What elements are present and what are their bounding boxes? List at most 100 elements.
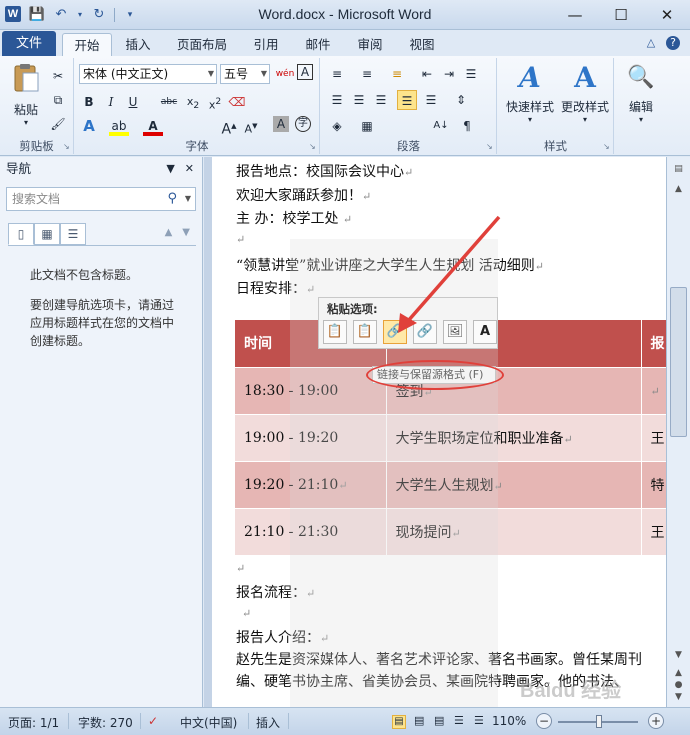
clipboard-launcher-icon[interactable]: ↘ (63, 143, 71, 151)
font-size-dropdown-icon[interactable]: ▼ (261, 65, 267, 83)
tab-page-layout[interactable]: 页面布局 (172, 33, 232, 56)
word-app-icon[interactable]: W (5, 6, 21, 22)
table-cell[interactable]: 王 (641, 414, 666, 462)
maximize-icon[interactable]: ☐ (598, 0, 644, 30)
borders-icon[interactable]: ▦ (357, 116, 377, 136)
tab-references[interactable]: 引用 (246, 33, 286, 56)
scroll-down-icon[interactable]: ▼ (670, 647, 687, 664)
undo-dropdown-icon[interactable]: ▾ (76, 6, 84, 24)
change-styles-button[interactable]: A 更改样式 ▾ (558, 62, 612, 125)
align-right-icon[interactable]: ☰ (371, 90, 391, 110)
proofing-icon[interactable]: ✓ (148, 714, 158, 728)
web-layout-icon[interactable]: ▤ (434, 714, 444, 727)
customize-qat-icon[interactable]: ▾ (121, 6, 139, 24)
table-cell[interactable]: 王 (641, 508, 666, 556)
tab-home[interactable]: 开始 (62, 33, 112, 56)
format-painter-icon[interactable]: 🖌 (48, 114, 68, 134)
strikethrough-icon[interactable]: abc (159, 92, 179, 112)
quick-styles-dropdown-icon[interactable]: ▾ (504, 115, 556, 124)
next-page-icon[interactable]: ▼ (670, 689, 687, 706)
shading-icon[interactable]: ◈ (327, 116, 347, 136)
ruler-toggle-icon[interactable]: ▤ (670, 161, 687, 178)
font-size-combo[interactable]: 五号 ▼ (220, 64, 270, 84)
close-pane-icon[interactable]: ✕ (185, 157, 194, 181)
quick-styles-button[interactable]: A 快速样式 ▾ (504, 62, 556, 125)
paste-dropdown-icon[interactable]: ▾ (6, 118, 46, 127)
language-status[interactable]: 中文(中国) (180, 714, 237, 731)
paste-keep-text-only-icon[interactable]: A (473, 320, 497, 344)
highlight-icon[interactable]: ab (109, 116, 129, 136)
phonetic-guide-button[interactable]: wén (275, 64, 295, 84)
justify-icon[interactable]: ☰ (397, 90, 417, 110)
grow-font-icon[interactable]: A▲ (219, 116, 239, 138)
paste-button[interactable]: 粘贴 ▾ (6, 62, 46, 127)
paste-keep-source-formatting-icon[interactable]: 📋 (353, 320, 377, 344)
change-styles-dropdown-icon[interactable]: ▾ (558, 115, 612, 124)
pages-view-icon[interactable]: ▦ (34, 223, 60, 245)
font-name-combo[interactable]: 宋体 (中文正文) ▼ (79, 64, 217, 84)
distributed-icon[interactable]: ☰ (421, 90, 441, 110)
align-left-icon[interactable]: ☰ (327, 90, 347, 110)
shrink-font-icon[interactable]: A▼ (241, 116, 261, 136)
page-count[interactable]: 页面: 1/1 (8, 714, 59, 731)
tab-insert[interactable]: 插入 (118, 33, 158, 56)
minimize-ribbon-icon[interactable]: △ (644, 36, 658, 50)
draft-view-icon[interactable]: ☰ (474, 714, 484, 727)
search-document-input[interactable]: 搜索文档 ⚲ ▼ (6, 187, 196, 211)
character-border-icon[interactable]: A (297, 64, 313, 80)
vertical-scrollbar[interactable]: ▤ ▲ ▼ ▲ ● ▼ (666, 157, 690, 707)
character-shading-icon[interactable]: A (273, 116, 289, 132)
search-options-icon[interactable]: ▼ (185, 188, 191, 210)
table-header-cell[interactable]: 报 (641, 320, 666, 368)
results-view-icon[interactable]: ☰ (60, 223, 86, 245)
paste-link-destination-icon[interactable]: 🔗 (413, 320, 437, 344)
editing-dropdown-icon[interactable]: ▾ (619, 115, 663, 124)
bullets-icon[interactable]: ≡ (327, 64, 347, 84)
numbering-icon[interactable]: ≡ (357, 64, 377, 84)
superscript-icon[interactable]: x2 (205, 92, 225, 112)
outline-view-icon[interactable]: ☰ (454, 714, 464, 727)
font-color-icon[interactable]: A (143, 116, 163, 136)
paragraph-launcher-icon[interactable]: ↘ (486, 143, 494, 151)
text-effects-icon[interactable]: A (79, 116, 99, 136)
italic-icon[interactable]: I (101, 92, 121, 112)
zoom-level[interactable]: 110% (492, 714, 526, 728)
pane-menu-icon[interactable]: ▼ (166, 157, 174, 181)
scroll-thumb[interactable] (670, 287, 687, 437)
help-icon[interactable]: ? (666, 36, 680, 50)
align-center-icon[interactable]: ☰ (349, 90, 369, 110)
redo-icon[interactable]: ↻ (90, 6, 108, 24)
font-launcher-icon[interactable]: ↘ (309, 143, 317, 151)
paste-use-destination-styles-icon[interactable]: 📋 (323, 320, 347, 344)
paste-as-picture-icon[interactable]: 🖼 (443, 320, 467, 344)
headings-view-icon[interactable]: ▯ (8, 223, 34, 245)
multilevel-list-icon[interactable]: ≡ (387, 64, 407, 84)
document-page[interactable]: 报告地点：校国际会议中心↵ 欢迎大家踊跃参加！↵ 主 办：校学工处 ↵ ↵ “领… (212, 157, 666, 707)
zoom-slider-knob[interactable] (596, 715, 602, 728)
show-marks-icon[interactable]: ¶ (457, 116, 477, 136)
copy-icon[interactable]: ⧉ (48, 90, 68, 110)
undo-icon[interactable]: ↶ (52, 6, 70, 24)
cut-icon[interactable]: ✂ (48, 66, 68, 86)
subscript-icon[interactable]: x2 (183, 92, 203, 112)
zoom-in-icon[interactable]: + (648, 713, 664, 729)
close-icon[interactable]: ✕ (644, 0, 690, 30)
full-screen-reading-icon[interactable]: ▤ (414, 714, 424, 727)
increase-indent-icon[interactable]: ⇥ (439, 64, 459, 84)
underline-icon[interactable]: U (123, 92, 143, 112)
next-heading-icon[interactable]: ▼ (182, 227, 190, 238)
tab-file[interactable]: 文件 (2, 31, 56, 56)
paste-link-keep-source-icon[interactable]: 🔗 (383, 320, 407, 344)
clear-formatting-icon[interactable]: ⌫ (227, 92, 247, 112)
chinese-layout-icon[interactable]: ☰ (461, 64, 481, 84)
word-count[interactable]: 字数: 270 (78, 714, 133, 731)
tab-mailings[interactable]: 邮件 (298, 33, 338, 56)
previous-heading-icon[interactable]: ▲ (165, 227, 173, 238)
zoom-out-icon[interactable]: − (536, 713, 552, 729)
tab-view[interactable]: 视图 (402, 33, 442, 56)
decrease-indent-icon[interactable]: ⇤ (417, 64, 437, 84)
line-spacing-icon[interactable]: ⇕ (451, 90, 471, 110)
tab-review[interactable]: 审阅 (350, 33, 390, 56)
table-cell[interactable]: ↵ (641, 367, 666, 415)
save-icon[interactable]: 💾 (28, 6, 46, 24)
